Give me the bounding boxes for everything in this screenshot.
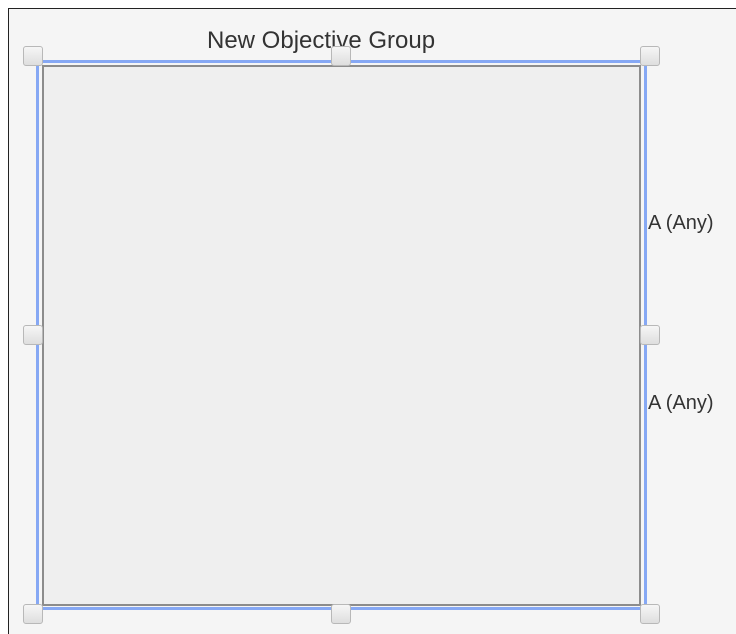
resize-handle-top-left[interactable] xyxy=(23,46,43,66)
resize-handle-bottom-right[interactable] xyxy=(640,604,660,624)
objective-group-box[interactable] xyxy=(42,65,641,606)
resize-handle-bottom-left[interactable] xyxy=(23,604,43,624)
resize-handle-middle-left[interactable] xyxy=(23,325,43,345)
resize-handle-top-right[interactable] xyxy=(640,46,660,66)
port-label-lower: A (Any) xyxy=(648,392,714,414)
port-label-upper: A (Any) xyxy=(648,212,714,234)
resize-handle-top-center[interactable] xyxy=(331,46,351,66)
resize-handle-bottom-center[interactable] xyxy=(331,604,351,624)
group-title[interactable]: New Objective Group xyxy=(207,26,435,56)
resize-handle-middle-right[interactable] xyxy=(640,325,660,345)
